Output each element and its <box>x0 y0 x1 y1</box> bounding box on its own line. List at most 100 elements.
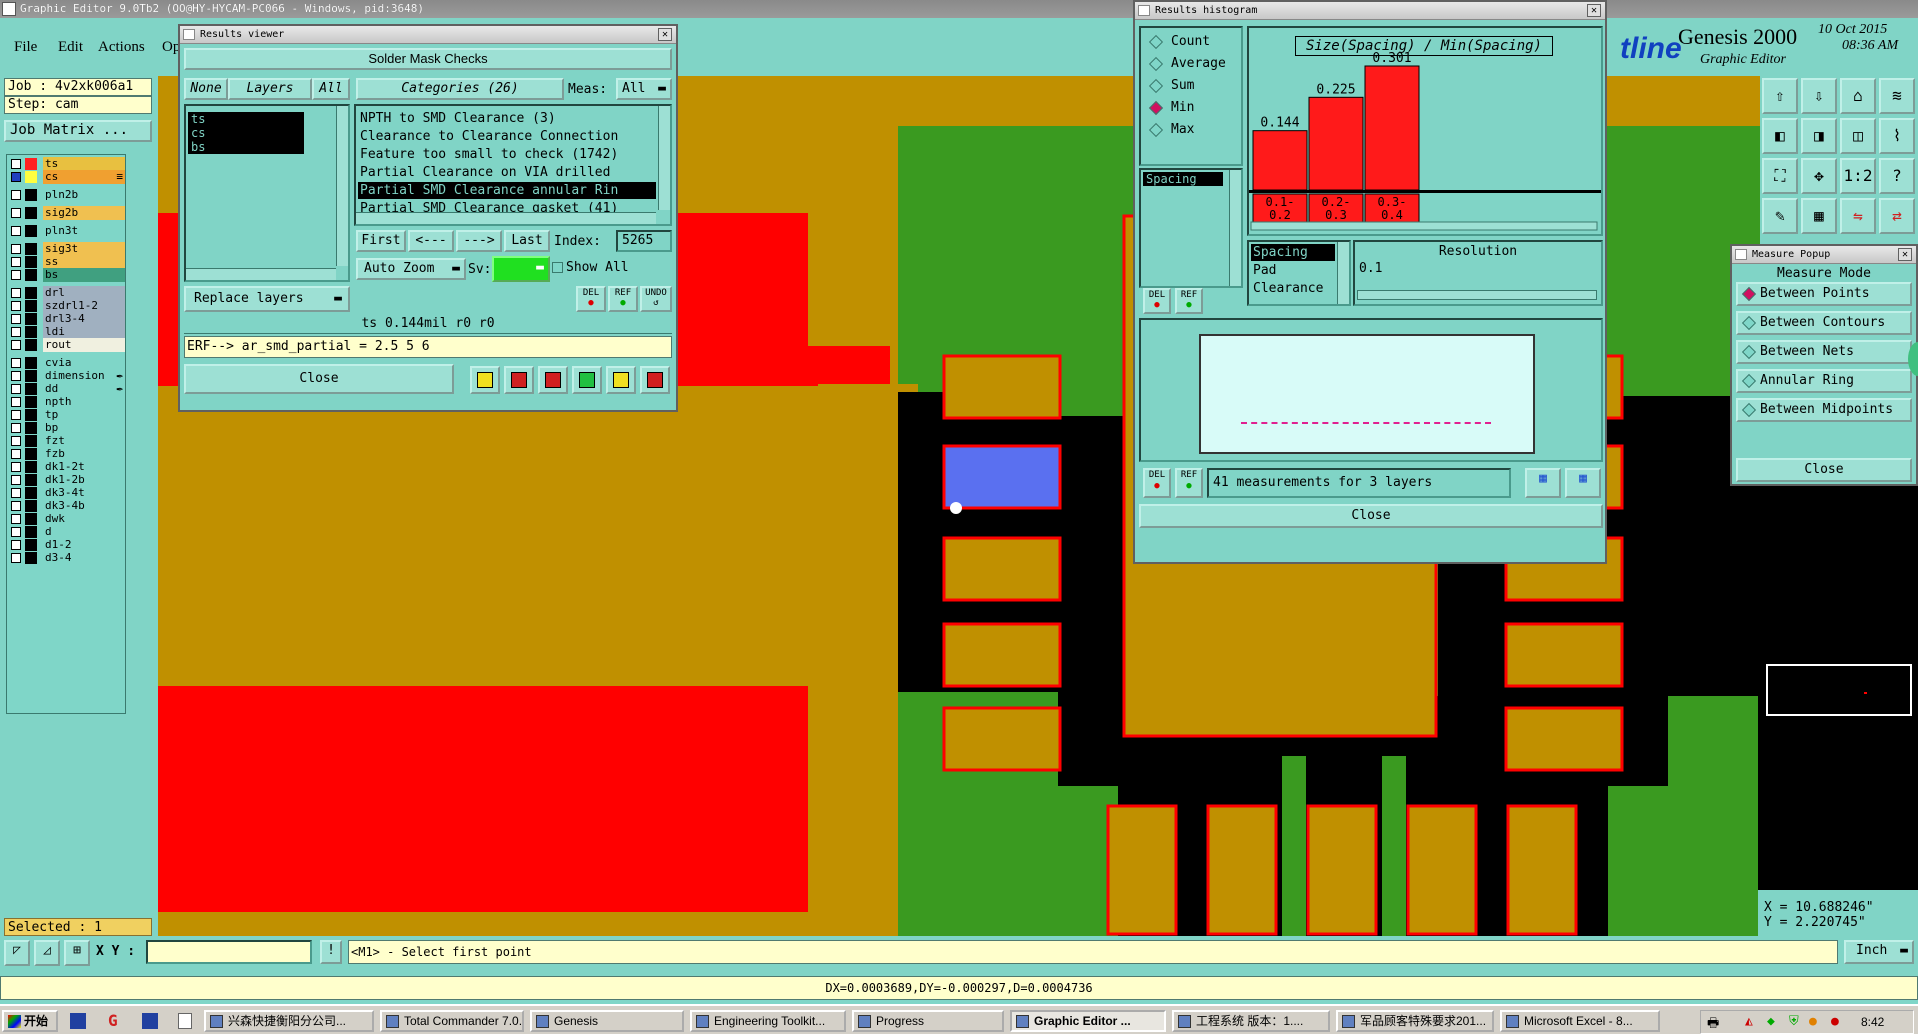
rv-index-input[interactable]: 5265 <box>616 230 672 252</box>
overview-panel[interactable] <box>1758 486 1918 890</box>
unit-select[interactable]: Inch ▬ <box>1844 940 1914 964</box>
hist-chart-button-2[interactable]: ▦ <box>1565 468 1601 498</box>
toolbar-center-button[interactable]: ✥ <box>1801 158 1837 194</box>
taskbar-item-4[interactable]: Engineering Toolkit... <box>690 1010 846 1032</box>
layer-checkbox[interactable] <box>11 475 21 485</box>
scrollbar[interactable] <box>356 212 656 224</box>
layer-color-swatch[interactable] <box>25 300 37 312</box>
bottom-tool-2[interactable]: ◿ <box>34 940 60 966</box>
layer-row-ss[interactable]: ss <box>9 255 125 269</box>
rv-next-button[interactable]: ---> <box>456 230 502 252</box>
layer-checkbox[interactable] <box>11 327 21 337</box>
layer-name[interactable]: ss <box>43 255 125 269</box>
tray-icon-1[interactable]: ◭ <box>1745 1014 1753 1029</box>
rv-tool-button-3[interactable] <box>538 366 568 394</box>
rv-titlebar[interactable]: Results viewer <box>180 26 676 44</box>
layer-name[interactable]: cvia <box>43 356 125 370</box>
measure-mode-between-contours[interactable]: Between Contours <box>1736 311 1912 335</box>
layer-row-szdrl1-2[interactable]: szdrl1-2 <box>9 299 125 313</box>
layer-row-dwk[interactable]: dwk <box>9 512 125 526</box>
rv-none-button[interactable]: None <box>184 78 228 100</box>
layer-color-swatch[interactable] <box>25 500 37 512</box>
layer-row-dd[interactable]: dd ✒ <box>9 382 125 396</box>
toolbar-pan-right-button[interactable]: ◨ <box>1801 118 1837 154</box>
rv-tool-button-2[interactable] <box>504 366 534 394</box>
layer-name[interactable]: sig2b <box>43 206 125 220</box>
layer-name[interactable]: rout <box>43 338 125 352</box>
rv-tool-button-4[interactable] <box>572 366 602 394</box>
layer-row-drl[interactable]: drl <box>9 286 125 300</box>
rv-tool-button-5[interactable] <box>606 366 636 394</box>
layer-row-pln2b[interactable]: pln2b <box>9 188 125 202</box>
toolbar-open-button[interactable]: ⇧ <box>1762 78 1798 114</box>
layer-row-tp[interactable]: tp <box>9 408 125 422</box>
layer-checkbox[interactable] <box>11 397 21 407</box>
layer-color-swatch[interactable] <box>25 171 37 183</box>
rv-layer-item[interactable]: cs <box>188 126 304 140</box>
rv-close-button[interactable]: Close <box>184 364 454 394</box>
layer-name[interactable]: dd ✒ <box>43 382 125 396</box>
rv-category-item[interactable]: NPTH to SMD Clearance (3) <box>358 110 656 127</box>
measure-mode-between-midpoints[interactable]: Between Midpoints <box>1736 398 1912 422</box>
rv-ref-button[interactable]: REF ● <box>608 286 638 312</box>
layer-checkbox[interactable] <box>11 244 21 254</box>
layer-row-dk3-4t[interactable]: dk3-4t <box>9 486 125 500</box>
layer-name[interactable]: npth <box>43 395 125 409</box>
layer-color-swatch[interactable] <box>25 526 37 538</box>
rv-category-item[interactable]: Partial SMD Clearance annular Rin <box>358 182 656 199</box>
resolution-slider[interactable] <box>1357 290 1597 300</box>
layer-row-sig3t[interactable]: sig3t <box>9 242 125 256</box>
layer-color-swatch[interactable] <box>25 357 37 369</box>
layer-color-swatch[interactable] <box>25 487 37 499</box>
layer-row-d3-4[interactable]: d3-4 <box>9 551 125 565</box>
layer-row-d[interactable]: d <box>9 525 125 539</box>
toolbar-snap-button[interactable]: ⌇ <box>1879 118 1915 154</box>
rv-category-item[interactable]: Feature too small to check (1742) <box>358 146 656 163</box>
layer-color-swatch[interactable] <box>25 313 37 325</box>
hist-radio-max[interactable]: Max <box>1148 120 1194 140</box>
hist-close-x[interactable]: ✕ <box>1587 4 1601 17</box>
layer-name[interactable]: fzt <box>43 434 125 448</box>
rv-auto-zoom-select[interactable]: Auto Zoom ▬ <box>356 258 466 280</box>
rv-del-button[interactable]: DEL ● <box>576 286 606 312</box>
bottom-tool-3[interactable]: ⊞ <box>64 940 90 966</box>
layer-checkbox[interactable] <box>11 371 21 381</box>
layer-color-swatch[interactable] <box>25 552 37 564</box>
taskbar-item-2[interactable]: Total Commander 7.0... <box>380 1010 524 1032</box>
layer-row-rout[interactable]: rout <box>9 338 125 352</box>
layer-row-d1-2[interactable]: d1-2 <box>9 538 125 552</box>
layer-name[interactable]: drl <box>43 286 125 300</box>
layer-row-cs[interactable]: cs ≡ <box>9 170 125 184</box>
toolbar-ruler-button[interactable]: ✎ <box>1762 198 1798 234</box>
layer-name[interactable]: d1-2 <box>43 538 125 552</box>
bottom-tool-1[interactable]: ◸ <box>4 940 30 966</box>
tray-icon-2[interactable]: ◆ <box>1767 1014 1775 1029</box>
hist-radio-min[interactable]: Min <box>1148 98 1194 118</box>
hist-list2[interactable]: Spacing Pad Clearance <box>1247 240 1351 306</box>
layer-color-swatch[interactable] <box>25 287 37 299</box>
layer-row-dk1-2b[interactable]: dk1-2b <box>9 473 125 487</box>
layer-name[interactable]: fzb <box>43 447 125 461</box>
bottom-info-button[interactable]: ! <box>320 940 342 964</box>
chart-scrollbar[interactable] <box>1250 221 1598 231</box>
measure-mode-annular-ring[interactable]: Annular Ring <box>1736 369 1912 393</box>
toolbar-home-button[interactable]: ⌂ <box>1840 78 1876 114</box>
layer-name[interactable]: ldi <box>43 325 125 339</box>
layer-color-swatch[interactable] <box>25 370 37 382</box>
layer-name[interactable]: szdrl1-2 <box>43 299 125 313</box>
layer-row-sig2b[interactable]: sig2b <box>9 206 125 220</box>
layer-checkbox[interactable] <box>11 172 21 182</box>
hist-list1[interactable]: Spacing <box>1139 168 1243 288</box>
job-matrix-button[interactable]: Job Matrix ... <box>4 120 152 142</box>
layer-color-swatch[interactable] <box>25 435 37 447</box>
layer-name[interactable]: drl3-4 <box>43 312 125 326</box>
layer-color-swatch[interactable] <box>25 256 37 268</box>
rv-categories-button[interactable]: Categories (26) <box>356 78 564 100</box>
layer-name[interactable]: bs <box>43 268 125 282</box>
rv-undo-button[interactable]: UNDO ↺ <box>640 286 672 312</box>
layer-row-pln3t[interactable]: pln3t <box>9 224 125 238</box>
layer-checkbox[interactable] <box>11 288 21 298</box>
taskbar-item-3[interactable]: Genesis <box>530 1010 684 1032</box>
layer-checkbox[interactable] <box>11 423 21 433</box>
layer-name[interactable]: pln3t <box>43 224 125 238</box>
